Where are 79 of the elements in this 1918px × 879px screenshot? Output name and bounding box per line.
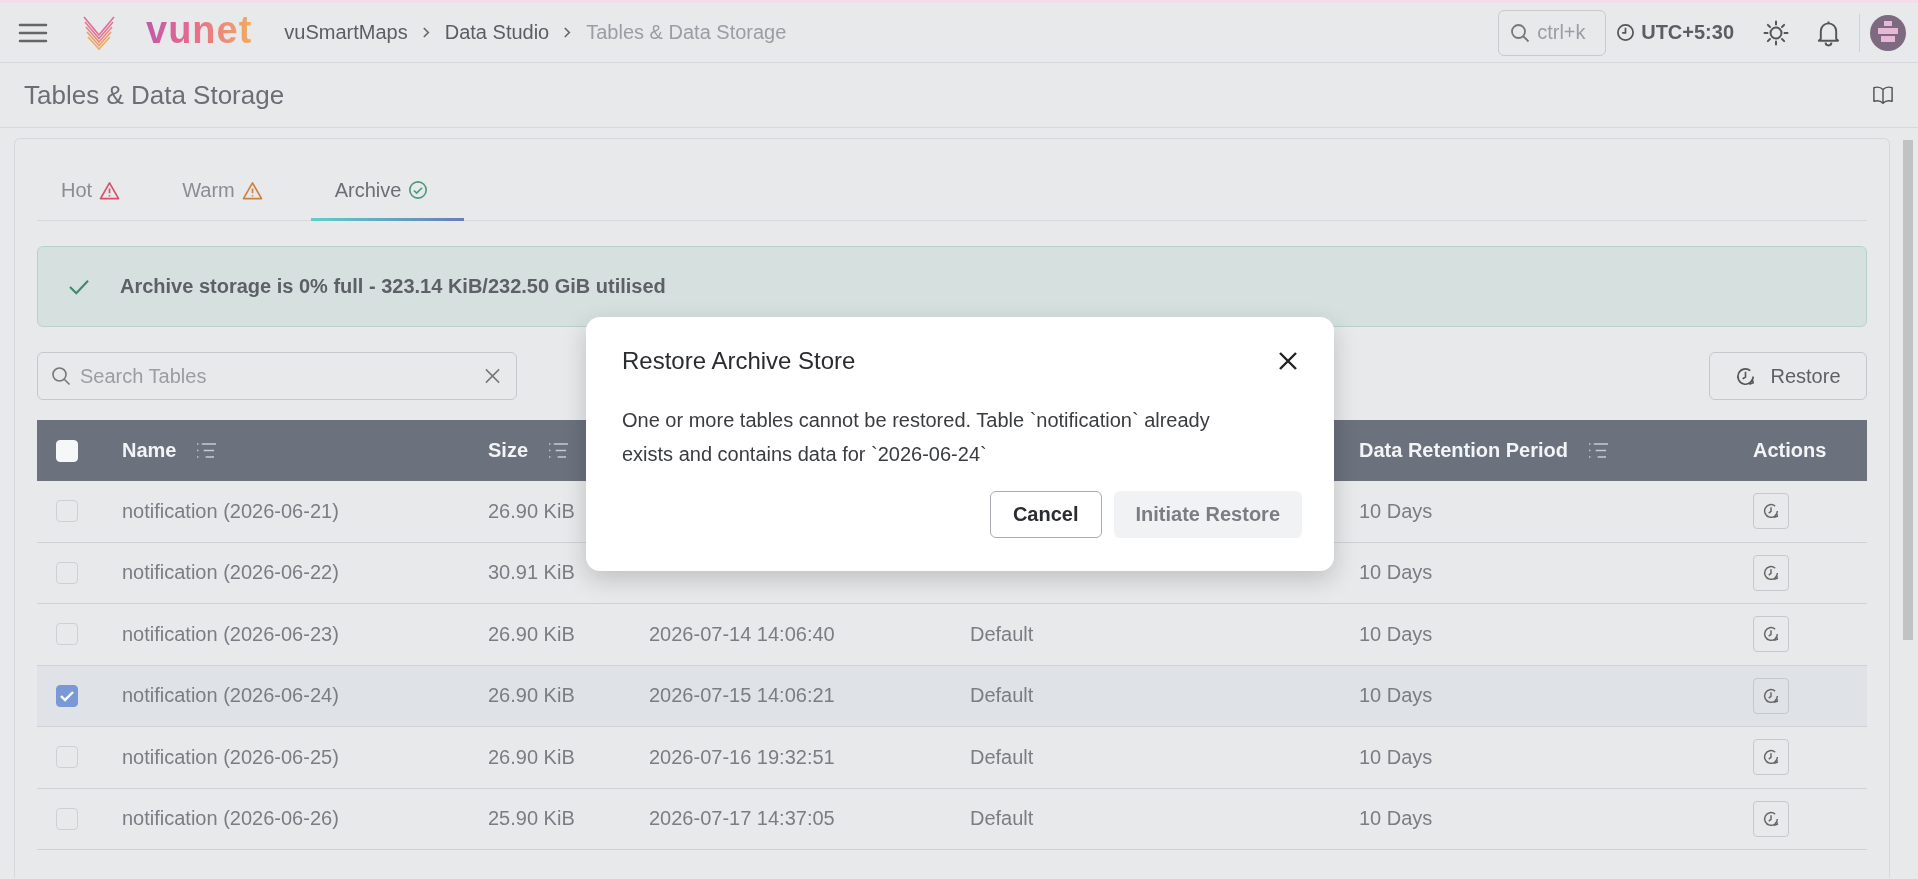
table-cell: 10 Days — [1359, 807, 1433, 831]
restore-action-button[interactable] — [1753, 616, 1789, 653]
table-cell: notification (2026-06-21) — [122, 499, 339, 523]
sort-icon[interactable] — [196, 442, 218, 459]
clear-icon[interactable] — [484, 367, 501, 385]
cancel-button[interactable]: Cancel — [989, 491, 1102, 538]
restore-action-button[interactable] — [1753, 739, 1789, 776]
bell-icon[interactable] — [1816, 18, 1841, 47]
column-header: Data Retention Period — [1359, 439, 1568, 462]
table-cell: Default — [970, 684, 1034, 708]
restore-action-button[interactable] — [1753, 677, 1789, 714]
sun-icon[interactable] — [1762, 18, 1790, 47]
check-icon — [68, 277, 90, 296]
clock-icon — [1616, 23, 1636, 42]
row-checkbox[interactable] — [56, 684, 78, 707]
row-checkbox[interactable] — [56, 746, 78, 769]
breadcrumb-link[interactable]: Data Studio — [444, 21, 550, 44]
table-row[interactable]: notification (2026-06-23) 26.90 KiB 2026-07-14 14:06:40 Default 10 Days — [37, 604, 1867, 666]
table-row[interactable]: notification (2026-06-26) 25.90 KiB 2026-07-17 14:37:05 Default 10 Days — [37, 788, 1867, 850]
restore-icon — [1735, 365, 1757, 387]
table-cell: notification (2026-06-23) — [122, 622, 339, 646]
alert-text: Archive storage is 0% full - 323.14 KiB/232.50 GiB utilised — [120, 275, 666, 298]
table-cell: 10 Days — [1359, 745, 1433, 769]
table-cell: 10 Days — [1359, 684, 1433, 708]
chevron-icon — [421, 26, 431, 39]
table-cell: notification (2026-06-24) — [122, 684, 339, 708]
search-icon — [51, 366, 71, 386]
breadcrumb-link[interactable]: vuSmartMaps — [284, 21, 408, 44]
table-cell: 2026-07-15 14:06:21 — [649, 684, 835, 708]
book-icon[interactable] — [1872, 85, 1894, 105]
table-cell: 2026-07-14 14:06:40 — [649, 622, 835, 646]
close-icon[interactable] — [1278, 351, 1298, 371]
table-cell: 30.91 KiB — [488, 561, 575, 585]
table-cell: 10 Days — [1359, 561, 1433, 585]
chevron-icon — [563, 26, 573, 39]
table-cell: 10 Days — [1359, 622, 1433, 646]
column-header: Size — [488, 439, 529, 462]
table-row[interactable]: notification (2026-06-24) 26.90 KiB 2026-07-15 14:06:21 Default 10 Days — [37, 665, 1867, 727]
search-field[interactable]: Search Tables — [37, 352, 517, 400]
row-checkbox[interactable] — [56, 561, 78, 584]
tab[interactable]: Warm — [158, 162, 301, 221]
table-cell: 10 Days — [1359, 499, 1433, 523]
table-cell: 2026-07-16 19:32:51 — [649, 745, 835, 769]
restore-button[interactable]: Restore — [1709, 352, 1867, 400]
table-cell: Default — [970, 745, 1034, 769]
search-icon — [1510, 22, 1531, 43]
table-cell: notification (2026-06-22) — [122, 561, 339, 585]
table-cell: Default — [970, 622, 1034, 646]
sort-icon[interactable] — [548, 442, 570, 459]
search-field[interactable]: ctrl+k — [1498, 9, 1607, 56]
dialog-title: Restore Archive Store — [622, 347, 856, 375]
table-cell: Default — [970, 807, 1034, 831]
table-cell: notification (2026-06-26) — [122, 807, 339, 831]
restore-action-button[interactable] — [1753, 493, 1789, 530]
table-cell: 26.90 KiB — [488, 622, 575, 646]
column-header: Actions — [1753, 439, 1827, 462]
column-header: Name — [122, 439, 177, 462]
select-all-checkbox[interactable] — [56, 439, 78, 462]
tab[interactable]: Hot — [37, 162, 159, 221]
menu-icon[interactable] — [18, 21, 48, 44]
tab[interactable]: Archive — [310, 162, 465, 221]
table-cell: 26.90 KiB — [488, 499, 575, 523]
table-cell: 26.90 KiB — [488, 745, 575, 769]
scrollbar[interactable] — [1903, 140, 1913, 640]
table-cell: 26.90 KiB — [488, 684, 575, 708]
restore-action-button[interactable] — [1753, 800, 1789, 837]
avatar-icon[interactable] — [1870, 14, 1906, 51]
timezone-label[interactable]: UTC+5:30 — [1641, 21, 1734, 44]
table-cell: notification (2026-06-25) — [122, 745, 339, 769]
row-checkbox[interactable] — [56, 500, 78, 523]
restore-action-button[interactable] — [1753, 554, 1789, 591]
row-checkbox[interactable] — [56, 623, 78, 646]
table-cell: 25.90 KiB — [488, 807, 575, 831]
page-title: Tables & Data Storage — [24, 79, 285, 111]
dialog-message: One or more tables cannot be restored. Table `notification` already exists and contains data for `2026-06-24` — [622, 408, 1211, 467]
sort-icon[interactable] — [1587, 442, 1609, 459]
table-row[interactable]: notification (2026-06-25) 26.90 KiB 2026-07-16 19:32:51 Default 10 Days — [37, 727, 1867, 789]
table-cell: 2026-07-17 14:37:05 — [649, 807, 835, 831]
row-checkbox[interactable] — [56, 807, 78, 830]
